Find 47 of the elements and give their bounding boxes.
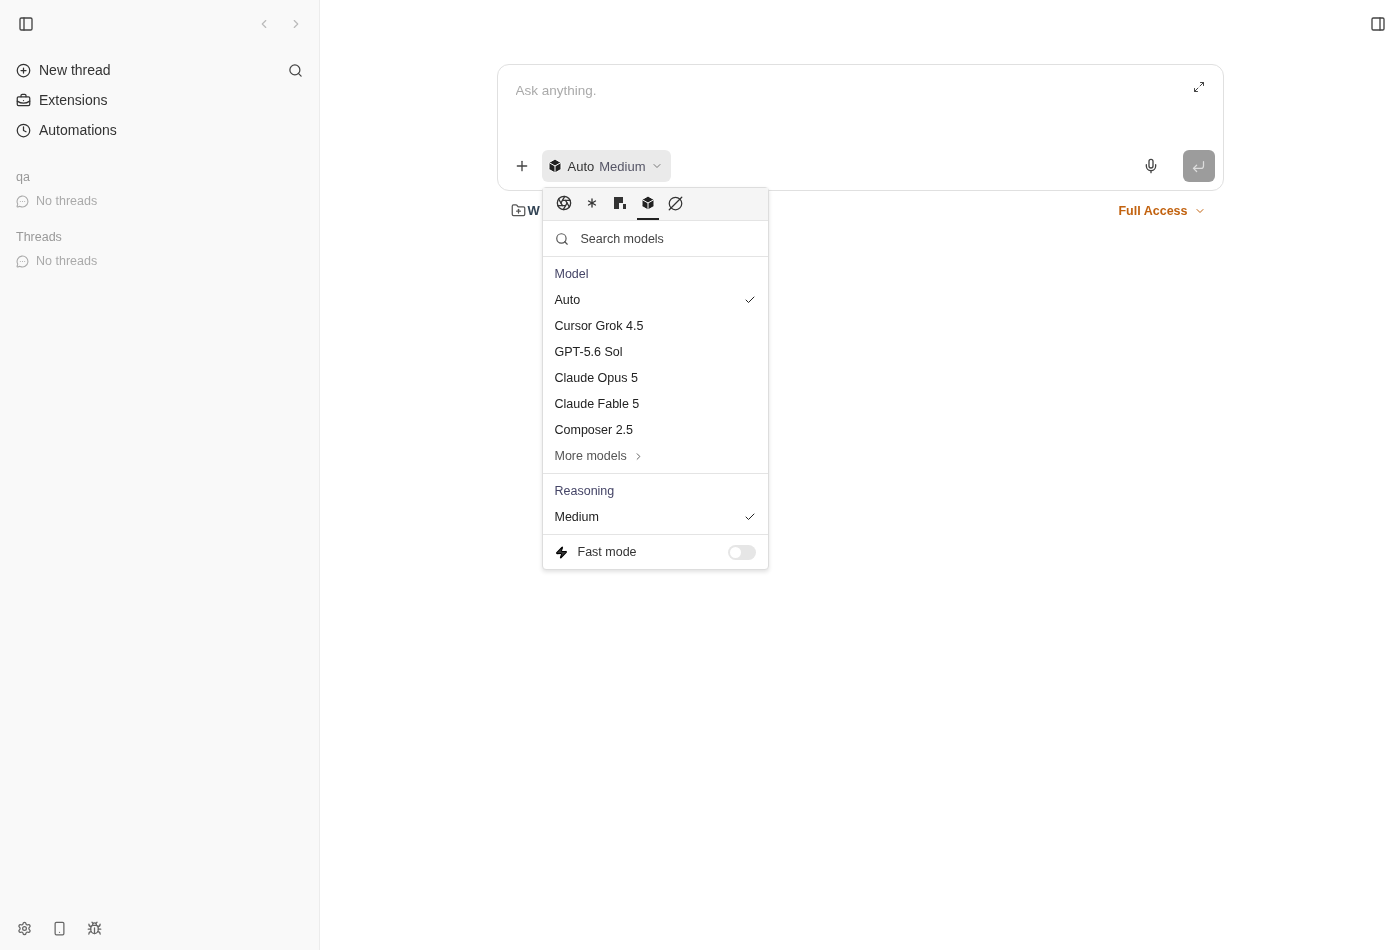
reasoning-option[interactable]: Medium bbox=[542, 504, 768, 530]
check-icon bbox=[743, 294, 756, 306]
blocks-icon bbox=[612, 196, 627, 210]
model-option[interactable]: Cursor Grok 4.5 bbox=[542, 313, 768, 339]
model-option[interactable]: Claude Opus 5 bbox=[542, 365, 768, 391]
sidebar-toggle[interactable] bbox=[18, 16, 34, 32]
clock-icon bbox=[16, 122, 31, 138]
chat-bubble-icon bbox=[16, 254, 29, 268]
nav-item[interactable]: New thread bbox=[16, 60, 111, 80]
folder-plus-icon bbox=[510, 203, 526, 218]
section-title: Threads bbox=[16, 230, 63, 244]
lightning-icon bbox=[554, 545, 568, 559]
model-option[interactable]: Claude Fable 5 bbox=[542, 391, 768, 417]
group-heading: Reasoning bbox=[553, 483, 616, 500]
fast-mode-label: Fast mode bbox=[577, 545, 638, 559]
section-title: qa bbox=[16, 170, 31, 184]
cube-icon bbox=[546, 158, 563, 174]
check-icon bbox=[743, 511, 756, 523]
phone-button[interactable] bbox=[52, 921, 67, 936]
aperture-icon bbox=[555, 195, 572, 211]
search-button[interactable] bbox=[288, 62, 303, 78]
plus-circle-icon bbox=[16, 62, 31, 78]
panel-toggle[interactable] bbox=[1370, 16, 1386, 32]
cube-icon bbox=[639, 195, 656, 211]
workspace-button[interactable]: W bbox=[510, 203, 540, 218]
send-button[interactable] bbox=[1182, 150, 1215, 182]
slashed-circle-icon bbox=[668, 195, 683, 211]
model-option[interactable]: GPT-5.6 Sol bbox=[542, 339, 768, 365]
settings-button[interactable] bbox=[17, 921, 32, 936]
more-models[interactable]: More models bbox=[542, 443, 768, 469]
expand-button[interactable] bbox=[1192, 81, 1205, 93]
empty-threads: No threads bbox=[16, 254, 303, 268]
enter-icon bbox=[1191, 158, 1206, 174]
model-option[interactable]: Auto bbox=[542, 287, 768, 313]
search-icon bbox=[554, 231, 569, 246]
model-button[interactable]: Auto Medium bbox=[541, 150, 671, 182]
fast-mode-switch[interactable] bbox=[727, 544, 756, 560]
toolbox-icon bbox=[16, 92, 31, 108]
prompt-input[interactable]: Ask anything. bbox=[513, 81, 1193, 99]
group-heading: Model bbox=[553, 266, 590, 283]
empty-threads: No threads bbox=[16, 194, 303, 208]
access-button[interactable]: Full Access bbox=[1118, 203, 1206, 218]
nav-item[interactable]: Automations bbox=[16, 120, 303, 140]
chat-bubble-icon bbox=[16, 194, 29, 208]
bug-button[interactable] bbox=[87, 921, 102, 936]
model-option[interactable]: Composer 2.5 bbox=[542, 417, 768, 443]
nav-item[interactable]: Extensions bbox=[16, 90, 303, 110]
